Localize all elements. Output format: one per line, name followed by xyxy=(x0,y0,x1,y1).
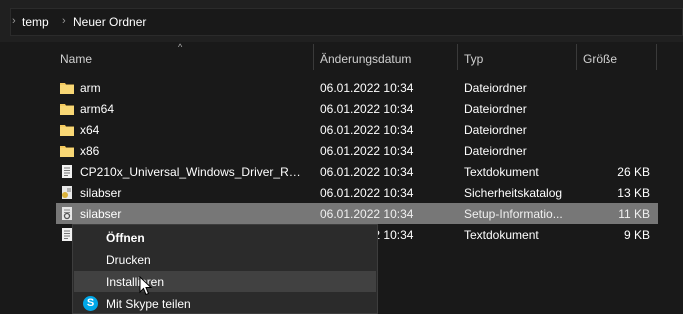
file-type: Dateiordner xyxy=(464,144,527,158)
file-date: 06.01.2022 10:34 xyxy=(320,81,414,95)
menu-item-label: Installieren xyxy=(106,275,165,289)
column-divider[interactable] xyxy=(313,44,314,70)
folder-icon xyxy=(60,80,74,95)
file-row[interactable]: silabser 06.01.2022 10:34 Sicherheitskatal… xyxy=(56,182,658,203)
file-row-selected[interactable]: silabser 06.01.2022 10:34 Setup-Informatio… xyxy=(56,203,658,224)
file-type: Dateiordner xyxy=(464,81,527,95)
file-name: x86 xyxy=(80,144,100,158)
menu-item-print[interactable]: Drucken xyxy=(74,249,376,270)
file-type: Dateiordner xyxy=(464,123,527,137)
folder-icon xyxy=(60,101,74,116)
menu-item-open[interactable]: Öffnen xyxy=(74,227,376,248)
file-row[interactable]: arm64 06.01.2022 10:34 Dateiordner xyxy=(56,98,658,119)
menu-item-label: Öffnen xyxy=(106,231,145,245)
column-header-size[interactable]: Größe xyxy=(583,52,617,66)
file-date: 06.01.2022 10:34 xyxy=(320,186,414,200)
file-name: arm xyxy=(80,81,101,95)
navigation-pane xyxy=(0,42,46,310)
file-name: arm64 xyxy=(80,102,115,116)
chevron-right-icon: › xyxy=(62,15,66,27)
file-name: silabser xyxy=(80,186,122,200)
file-date: 06.01.2022 10:34 xyxy=(320,123,414,137)
breadcrumb-item-temp[interactable]: temp xyxy=(22,15,49,29)
file-date: 06.01.2022 10:34 xyxy=(320,207,414,221)
file-name: x64 xyxy=(80,123,100,137)
file-row[interactable]: x86 06.01.2022 10:34 Dateiordner xyxy=(56,140,658,161)
file-row[interactable]: x64 06.01.2022 10:34 Dateiordner xyxy=(56,119,658,140)
menu-item-label: Mit Skype teilen xyxy=(106,297,191,311)
context-menu: Öffnen Drucken Installieren S Mit Skype … xyxy=(72,224,378,314)
file-size: 26 KB xyxy=(617,165,650,179)
file-type: Sicherheitskatalog xyxy=(464,186,563,200)
column-header-type[interactable]: Typ xyxy=(464,52,483,66)
column-divider[interactable] xyxy=(656,44,657,70)
menu-item-share-skype[interactable]: S Mit Skype teilen xyxy=(74,293,376,314)
file-size: 9 KB xyxy=(623,228,650,242)
menu-item-label: Drucken xyxy=(106,253,151,267)
security-catalog-icon xyxy=(60,185,74,200)
setup-info-icon xyxy=(60,206,74,221)
column-header-name[interactable]: Name xyxy=(60,52,92,66)
menu-item-install[interactable]: Installieren xyxy=(74,271,376,292)
file-date: 06.01.2022 10:34 xyxy=(320,102,414,116)
folder-icon xyxy=(60,143,74,158)
file-size: 11 KB xyxy=(618,207,650,221)
file-date: 06.01.2022 10:34 xyxy=(320,165,414,179)
file-size: 13 KB xyxy=(617,186,650,200)
sort-ascending-icon: ^ xyxy=(178,42,183,52)
file-type: Textdokument xyxy=(464,165,539,179)
file-row[interactable]: CP210x_Universal_Windows_Driver_Relea...… xyxy=(56,161,658,182)
chevron-right-icon: › xyxy=(12,15,16,27)
column-header-date[interactable]: Änderungsdatum xyxy=(320,52,411,66)
skype-icon: S xyxy=(83,296,98,311)
column-divider[interactable] xyxy=(457,44,458,70)
column-divider[interactable] xyxy=(576,44,577,70)
file-row[interactable]: arm 06.01.2022 10:34 Dateiordner xyxy=(56,77,658,98)
mouse-pointer-icon xyxy=(139,276,153,296)
file-type: Dateiordner xyxy=(464,102,527,116)
breadcrumb-item-neuer-ordner[interactable]: Neuer Ordner xyxy=(73,15,146,29)
file-name: CP210x_Universal_Windows_Driver_Relea... xyxy=(80,165,306,179)
file-type: Setup-Informatio... xyxy=(464,207,563,221)
file-type: Textdokument xyxy=(464,228,539,242)
folder-icon xyxy=(60,122,74,137)
file-name: silabser xyxy=(80,207,122,221)
file-date: 06.01.2022 10:34 xyxy=(320,144,414,158)
text-document-icon xyxy=(60,164,74,179)
